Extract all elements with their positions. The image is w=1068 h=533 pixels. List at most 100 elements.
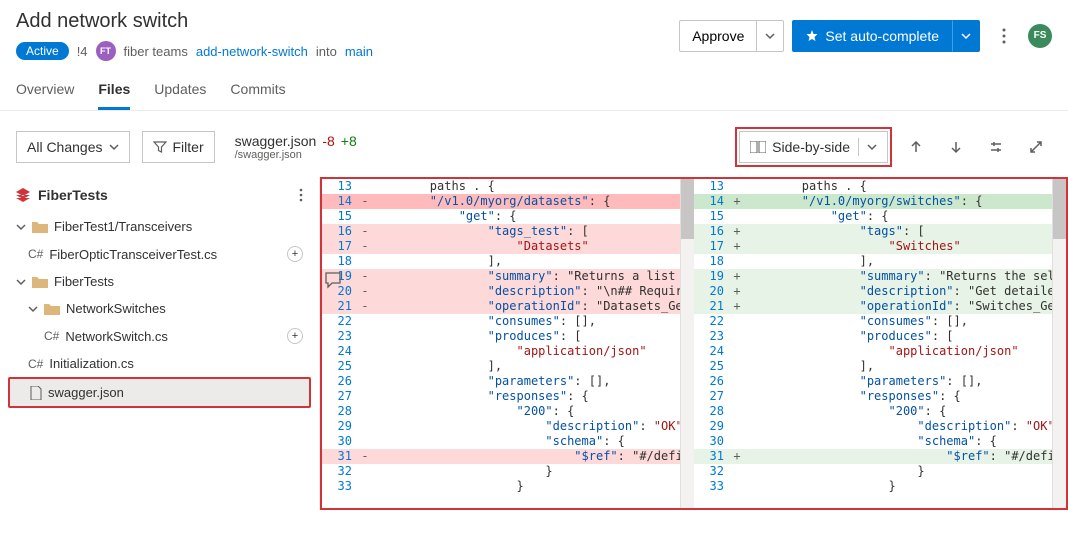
diff-line[interactable]: 26 "parameters": [], xyxy=(694,374,1052,389)
settings-button[interactable] xyxy=(980,131,1012,163)
diff-line[interactable]: 22 "consumes": [], xyxy=(322,314,680,329)
diff-left-pane[interactable]: 13 paths . {14- "/v1.0/myorg/datasets": … xyxy=(322,179,680,508)
diff-line[interactable]: 13 paths . { xyxy=(322,179,680,194)
diff-line[interactable]: 29 "description": "OK", xyxy=(322,419,680,434)
diff-line[interactable]: 15 "get": { xyxy=(694,209,1052,224)
diff-line[interactable]: 20- "description": "\n## Required xyxy=(322,284,680,299)
code-content: } xyxy=(744,479,1052,494)
left-scrollbar[interactable] xyxy=(680,179,694,508)
line-number: 20 xyxy=(694,284,730,299)
more-actions-button[interactable] xyxy=(988,20,1020,52)
diff-line[interactable]: 16+ "tags": [ xyxy=(694,224,1052,239)
line-number: 21 xyxy=(694,299,730,314)
source-branch-link[interactable]: add-network-switch xyxy=(196,44,308,59)
diff-line[interactable]: 26 "parameters": [], xyxy=(322,374,680,389)
line-number: 15 xyxy=(322,209,358,224)
diff-line[interactable]: 31- "$ref": "#/definit xyxy=(322,449,680,464)
repo-title-row[interactable]: FiberTests xyxy=(0,177,319,213)
line-number: 33 xyxy=(322,479,358,494)
prev-diff-button[interactable] xyxy=(900,131,932,163)
diff-line[interactable]: 23 "produces": [ xyxy=(322,329,680,344)
tree-item[interactable]: C#NetworkSwitch.cs+ xyxy=(8,322,311,350)
diff-line[interactable]: 28 "200": { xyxy=(694,404,1052,419)
code-content: "responses": { xyxy=(744,389,1052,404)
diff-line[interactable]: 24 "application/json" xyxy=(322,344,680,359)
diff-line[interactable]: 22 "consumes": [], xyxy=(694,314,1052,329)
approve-button[interactable]: Approve xyxy=(679,20,757,52)
tree-item[interactable]: C#Initialization.cs xyxy=(8,350,311,377)
scrollbar-thumb[interactable] xyxy=(681,179,694,239)
code-content: "tags": [ xyxy=(744,224,1052,239)
diff-line[interactable]: 30 "schema": { xyxy=(694,434,1052,449)
add-badge[interactable]: + xyxy=(287,246,303,262)
diff-line[interactable]: 32 } xyxy=(322,464,680,479)
diff-line[interactable]: 27 "responses": { xyxy=(694,389,1052,404)
changes-dropdown[interactable]: All Changes xyxy=(16,131,130,163)
tab-overview[interactable]: Overview xyxy=(16,73,74,110)
set-autocomplete-button[interactable]: Set auto-complete xyxy=(792,20,952,52)
view-mode-dropdown[interactable]: Side-by-side xyxy=(739,131,888,163)
diff-line[interactable]: 17+ "Switches" xyxy=(694,239,1052,254)
chevron-down-icon xyxy=(765,31,775,41)
team-avatar[interactable]: FT xyxy=(96,41,116,61)
target-branch-link[interactable]: main xyxy=(345,44,373,59)
diff-line[interactable]: 19+ "summary": "Returns the select xyxy=(694,269,1052,284)
diff-line[interactable]: 30 "schema": { xyxy=(322,434,680,449)
line-number: 19 xyxy=(694,269,730,284)
expand-icon xyxy=(1029,140,1043,154)
diff-marker xyxy=(730,389,744,404)
diff-line[interactable]: 15 "get": { xyxy=(322,209,680,224)
scrollbar-thumb[interactable] xyxy=(1053,179,1066,239)
diff-line[interactable]: 24 "application/json" xyxy=(694,344,1052,359)
diff-right-pane[interactable]: 13 paths . {14+ "/v1.0/myorg/switches": … xyxy=(694,179,1052,508)
diff-line[interactable]: 14- "/v1.0/myorg/datasets": { xyxy=(322,194,680,209)
approve-dropdown[interactable] xyxy=(757,20,784,52)
diff-line[interactable]: 29 "description": "OK", xyxy=(694,419,1052,434)
tree-item[interactable]: FiberTest1/Transceivers xyxy=(8,213,311,240)
tree-item[interactable]: FiberTests xyxy=(8,268,311,295)
next-diff-button[interactable] xyxy=(940,131,972,163)
tab-commits[interactable]: Commits xyxy=(230,73,285,110)
diff-marker: - xyxy=(358,239,372,254)
user-avatar[interactable]: FS xyxy=(1028,24,1052,48)
diff-line[interactable]: 20+ "description": "Get detailed s xyxy=(694,284,1052,299)
diff-marker xyxy=(730,209,744,224)
toolbar-right: Side-by-side xyxy=(735,127,1052,167)
diff-line[interactable]: 21+ "operationId": "Switches_GetSw xyxy=(694,299,1052,314)
diff-marker xyxy=(730,434,744,449)
diff-marker xyxy=(358,209,372,224)
diff-line[interactable]: 17- "Datasets" xyxy=(322,239,680,254)
diff-line[interactable]: 13 paths . { xyxy=(694,179,1052,194)
tab-files[interactable]: Files xyxy=(98,73,130,110)
filter-button[interactable]: Filter xyxy=(142,131,215,163)
current-file-name: swagger.json xyxy=(235,133,317,149)
diff-line[interactable]: 33 } xyxy=(694,479,1052,494)
diff-line[interactable]: 31+ "$ref": "#/definit xyxy=(694,449,1052,464)
diff-line[interactable]: 16- "tags_test": [ xyxy=(322,224,680,239)
diff-line[interactable]: 25 ], xyxy=(694,359,1052,374)
diff-line[interactable]: 18 ], xyxy=(694,254,1052,269)
diff-line[interactable]: 14+ "/v1.0/myorg/switches": { xyxy=(694,194,1052,209)
diff-line[interactable]: 25 ], xyxy=(322,359,680,374)
fullscreen-button[interactable] xyxy=(1020,131,1052,163)
tab-updates[interactable]: Updates xyxy=(154,73,206,110)
diff-line[interactable]: 27 "responses": { xyxy=(322,389,680,404)
code-content: "get": { xyxy=(372,209,680,224)
add-badge[interactable]: + xyxy=(287,328,303,344)
diff-line[interactable]: 33 } xyxy=(322,479,680,494)
diff-line[interactable]: 32 } xyxy=(694,464,1052,479)
diff-line[interactable]: 19- "summary": "Returns a list of xyxy=(322,269,680,284)
diff-line[interactable]: 23 "produces": [ xyxy=(694,329,1052,344)
tree-item[interactable]: swagger.json xyxy=(8,377,311,408)
right-scrollbar[interactable] xyxy=(1052,179,1066,508)
tree-item[interactable]: NetworkSwitches xyxy=(8,295,311,322)
code-content: "consumes": [], xyxy=(372,314,680,329)
repo-more-button[interactable] xyxy=(299,188,303,202)
code-content: "operationId": "Datasets_GetD xyxy=(372,299,680,314)
diff-line[interactable]: 28 "200": { xyxy=(322,404,680,419)
comment-icon[interactable] xyxy=(324,271,342,289)
diff-line[interactable]: 18 ], xyxy=(322,254,680,269)
tree-item[interactable]: C#FiberOpticTransceiverTest.cs+ xyxy=(8,240,311,268)
autocomplete-dropdown[interactable] xyxy=(952,20,980,52)
diff-line[interactable]: 21- "operationId": "Datasets_GetD xyxy=(322,299,680,314)
